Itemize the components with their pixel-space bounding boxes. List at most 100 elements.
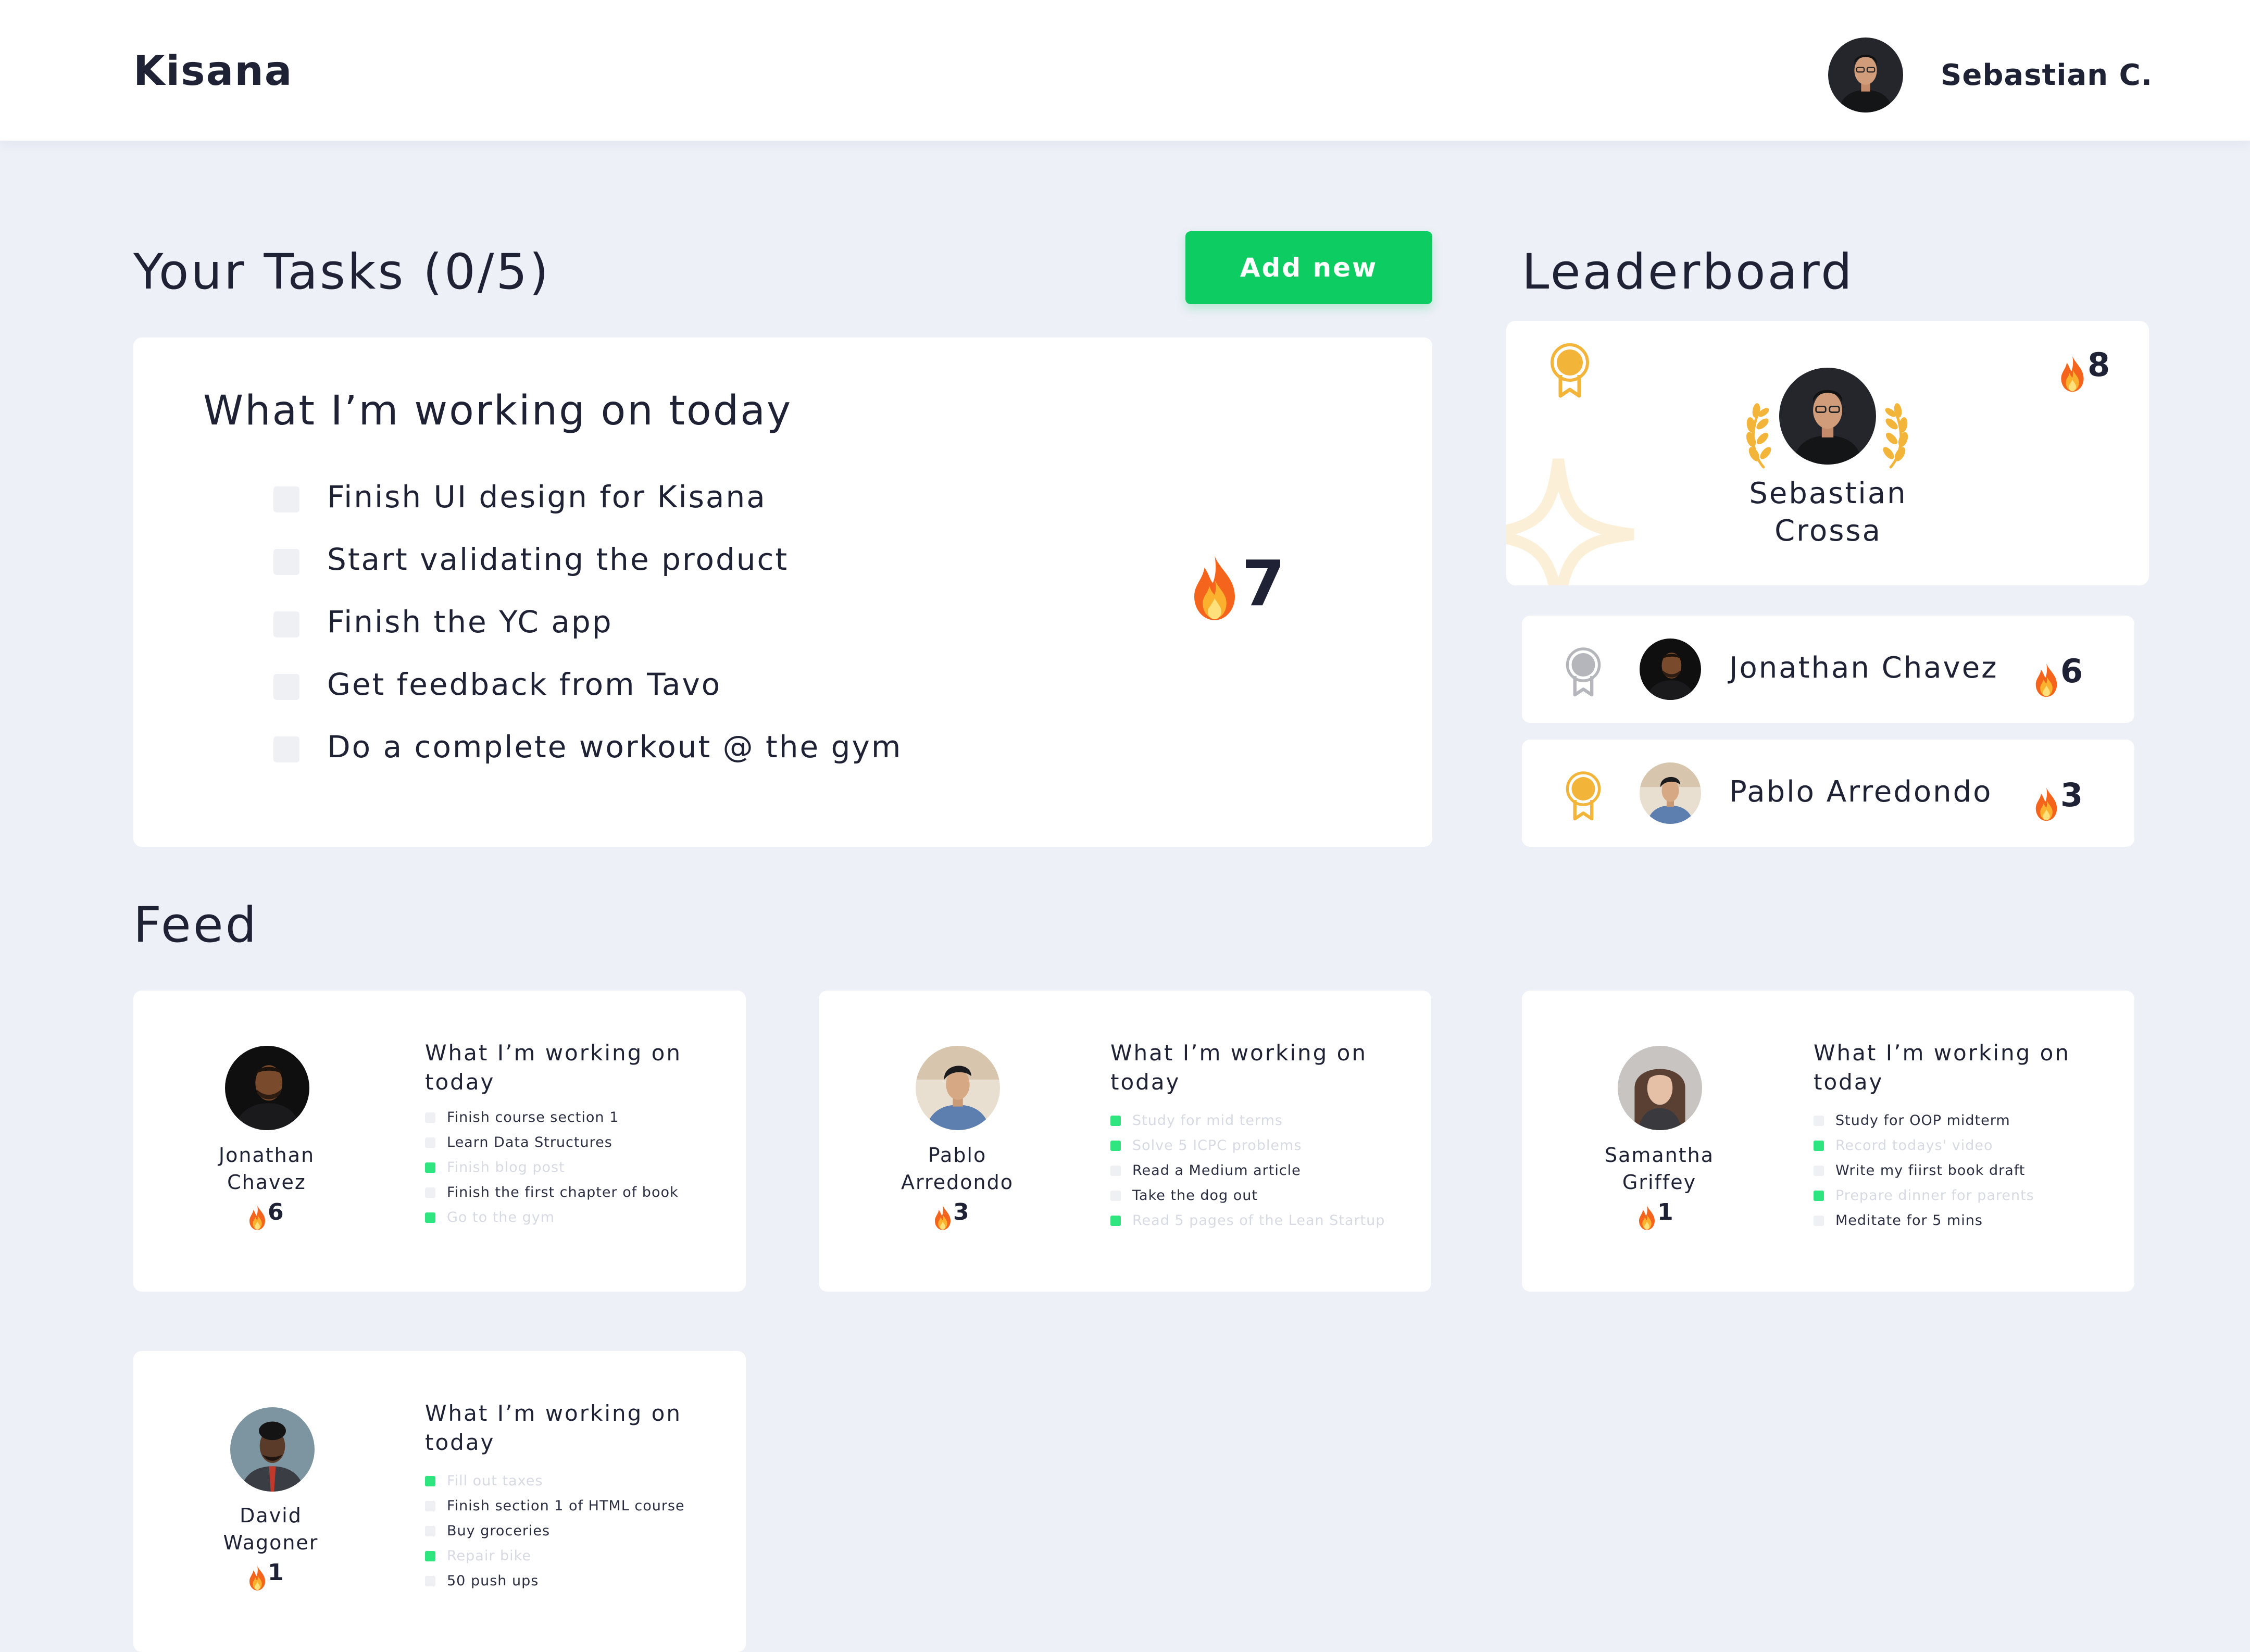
feed-author-line1: Pablo bbox=[928, 1144, 987, 1167]
fire-icon bbox=[247, 1565, 268, 1591]
avatar bbox=[230, 1407, 315, 1492]
feed-card[interactable]: David Wagoner 1 What I’m working on toda… bbox=[133, 1351, 746, 1652]
leaderboard-row[interactable]: Pablo Arredondo 3 bbox=[1522, 740, 2134, 847]
feed-task-checkbox bbox=[425, 1576, 435, 1586]
feed-heading-line1: What I’m working on bbox=[425, 1400, 682, 1426]
leaderboard-title: Leaderboard bbox=[1522, 244, 1854, 301]
feed-task-checkbox bbox=[425, 1112, 435, 1123]
feed-heading-line2: today bbox=[425, 1069, 495, 1095]
leaderboard-name: Pablo Arredondo bbox=[1729, 775, 1993, 809]
feed-heading: What I’m working on today bbox=[1110, 1038, 1381, 1097]
fire-icon bbox=[1636, 1205, 1657, 1231]
task-checkbox[interactable] bbox=[273, 674, 299, 700]
feed-card[interactable]: Samantha Griffey 1 What I’m working on t… bbox=[1522, 991, 2134, 1292]
add-new-button[interactable]: Add new bbox=[1185, 231, 1432, 304]
feed-task-label: Record todays' video bbox=[1835, 1137, 1993, 1154]
feed-author-line2: Chavez bbox=[227, 1171, 306, 1194]
feed-author: Samantha Griffey bbox=[1581, 1142, 1738, 1196]
feed-score: 1 bbox=[1636, 1199, 1673, 1231]
task-checkbox[interactable] bbox=[273, 736, 299, 762]
feed-task-checkbox bbox=[1110, 1141, 1121, 1151]
task-checkbox[interactable] bbox=[273, 549, 299, 575]
first-name: Sebastian Crossa bbox=[1719, 475, 1938, 550]
tasks-streak-count: 7 bbox=[1242, 548, 1285, 620]
task-label: Start validating the product bbox=[327, 542, 789, 577]
feed-author: Pablo Arredondo bbox=[879, 1142, 1035, 1196]
tasks-heading: What I’m working on today bbox=[203, 387, 793, 434]
feed-heading-line2: today bbox=[1814, 1069, 1884, 1095]
silver-medal-icon bbox=[1565, 646, 1602, 698]
first-score-value: 8 bbox=[2088, 346, 2110, 384]
first-name-line2: Crossa bbox=[1774, 514, 1882, 548]
feed-task-checkbox bbox=[425, 1501, 435, 1511]
feed-author-line2: Arredondo bbox=[901, 1171, 1014, 1194]
feed-heading-line1: What I’m working on bbox=[425, 1040, 682, 1066]
leaderboard-score: 6 bbox=[2032, 652, 2083, 698]
feed-task-checkbox bbox=[1814, 1116, 1824, 1126]
leaderboard-score-value: 3 bbox=[2060, 776, 2083, 814]
brand-logo[interactable]: Kisana bbox=[133, 48, 293, 95]
feed-task-checkbox bbox=[1814, 1191, 1824, 1201]
task-label: Get feedback from Tavo bbox=[327, 667, 722, 702]
user-avatar[interactable] bbox=[1828, 37, 1903, 112]
feed-task-label: Finish the first chapter of book bbox=[447, 1184, 679, 1200]
feed-task-label: Study for OOP midterm bbox=[1835, 1112, 2010, 1129]
tasks-streak: 7 bbox=[1188, 548, 1285, 622]
feed-task-checkbox bbox=[425, 1476, 435, 1486]
bronze-medal-icon bbox=[1565, 770, 1602, 822]
leaderboard-row[interactable]: Jonathan Chavez 6 bbox=[1522, 616, 2134, 723]
avatar bbox=[916, 1046, 1000, 1130]
feed-heading-line2: today bbox=[1110, 1069, 1181, 1095]
feed-task-checkbox bbox=[425, 1162, 435, 1173]
feed-title: Feed bbox=[133, 897, 259, 954]
feed-task-label: Solve 5 ICPC problems bbox=[1132, 1137, 1302, 1154]
feed-task-checkbox bbox=[1814, 1166, 1824, 1176]
leaderboard-score: 3 bbox=[2032, 776, 2083, 822]
feed-author-line1: David bbox=[240, 1504, 302, 1527]
first-avatar bbox=[1779, 368, 1876, 465]
fire-icon bbox=[2057, 355, 2088, 393]
fire-icon bbox=[932, 1205, 953, 1231]
feed-task-checkbox bbox=[1110, 1216, 1121, 1226]
feed-task-label: Prepare dinner for parents bbox=[1835, 1187, 2034, 1204]
feed-task-checkbox bbox=[1814, 1141, 1824, 1151]
feed-task-checkbox bbox=[425, 1187, 435, 1198]
feed-score-value: 1 bbox=[1657, 1199, 1673, 1225]
feed-task-label: Read 5 pages of the Lean Startup bbox=[1132, 1212, 1385, 1229]
feed-task-label: Finish course section 1 bbox=[447, 1109, 619, 1125]
feed-card[interactable]: Jonathan Chavez 6 What I’m working on to… bbox=[133, 991, 746, 1292]
feed-score-value: 6 bbox=[268, 1199, 284, 1225]
avatar bbox=[1640, 639, 1701, 700]
laurel-left-icon bbox=[1743, 392, 1774, 470]
laurel-right-icon bbox=[1880, 392, 1911, 470]
top-bar bbox=[0, 0, 2250, 141]
tasks-title: Your Tasks (0/5) bbox=[133, 244, 551, 301]
feed-heading: What I’m working on today bbox=[425, 1038, 696, 1097]
feed-task-label: Write my fiirst book draft bbox=[1835, 1162, 2026, 1179]
feed-task-checkbox bbox=[1110, 1116, 1121, 1126]
feed-task-label: Finish section 1 of HTML course bbox=[447, 1498, 685, 1514]
first-name-line1: Sebastian bbox=[1749, 477, 1907, 510]
feed-score: 3 bbox=[932, 1199, 969, 1231]
feed-score-value: 1 bbox=[268, 1559, 284, 1586]
avatar bbox=[1618, 1046, 1702, 1130]
sparkle-icon bbox=[1506, 458, 1634, 585]
feed-task-checkbox bbox=[425, 1212, 435, 1223]
feed-task-label: Fill out taxes bbox=[447, 1473, 543, 1489]
feed-author: Jonathan Chavez bbox=[189, 1142, 345, 1196]
feed-author-line1: Jonathan bbox=[218, 1144, 315, 1167]
first-score: 8 bbox=[2057, 346, 2110, 393]
feed-author-line1: Samantha bbox=[1604, 1144, 1715, 1167]
user-name[interactable]: Sebastian C. bbox=[1941, 58, 2153, 92]
feed-card[interactable]: Pablo Arredondo 3 What I’m working on to… bbox=[819, 991, 1431, 1292]
feed-heading: What I’m working on today bbox=[1814, 1038, 2084, 1097]
feed-score-value: 3 bbox=[953, 1199, 969, 1225]
feed-task-checkbox bbox=[1814, 1216, 1824, 1226]
feed-task-checkbox bbox=[425, 1551, 435, 1561]
feed-author-line2: Wagoner bbox=[223, 1531, 319, 1554]
feed-task-label: 50 push ups bbox=[447, 1573, 539, 1589]
task-checkbox[interactable] bbox=[273, 486, 299, 512]
fire-icon bbox=[247, 1205, 268, 1231]
task-checkbox[interactable] bbox=[273, 611, 299, 637]
feed-score: 6 bbox=[247, 1199, 284, 1231]
